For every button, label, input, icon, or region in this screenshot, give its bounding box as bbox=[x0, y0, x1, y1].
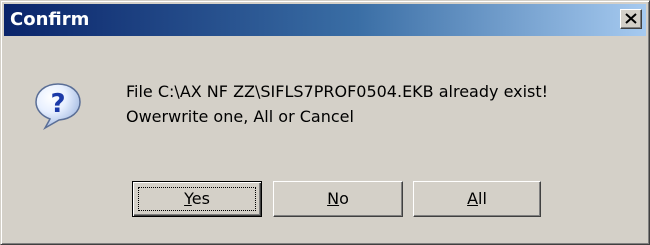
message-line-2: Owerwrite one, All or Cancel bbox=[126, 107, 354, 126]
message-line-1: File C:\AX NF ZZ\SIFLS7PROF0504.EKB alre… bbox=[126, 82, 549, 101]
confirm-dialog: Confirm ? File C:\AX NF ZZ\SIFLS7PROF050… bbox=[0, 0, 650, 245]
close-button[interactable] bbox=[620, 9, 642, 29]
yes-button[interactable]: Yes bbox=[132, 181, 262, 217]
svg-text:?: ? bbox=[50, 89, 65, 119]
message-text: File C:\AX NF ZZ\SIFLS7PROF0504.EKB alre… bbox=[126, 79, 548, 129]
all-button[interactable]: All bbox=[413, 181, 541, 217]
close-icon bbox=[625, 13, 637, 24]
no-button-label: No bbox=[327, 189, 349, 208]
question-icon: ? bbox=[35, 83, 81, 130]
yes-button-label: Yes bbox=[184, 189, 210, 208]
all-button-label: All bbox=[467, 189, 487, 208]
title-bar[interactable]: Confirm bbox=[4, 4, 646, 36]
dialog-title: Confirm bbox=[10, 9, 90, 30]
no-button[interactable]: No bbox=[273, 181, 403, 217]
